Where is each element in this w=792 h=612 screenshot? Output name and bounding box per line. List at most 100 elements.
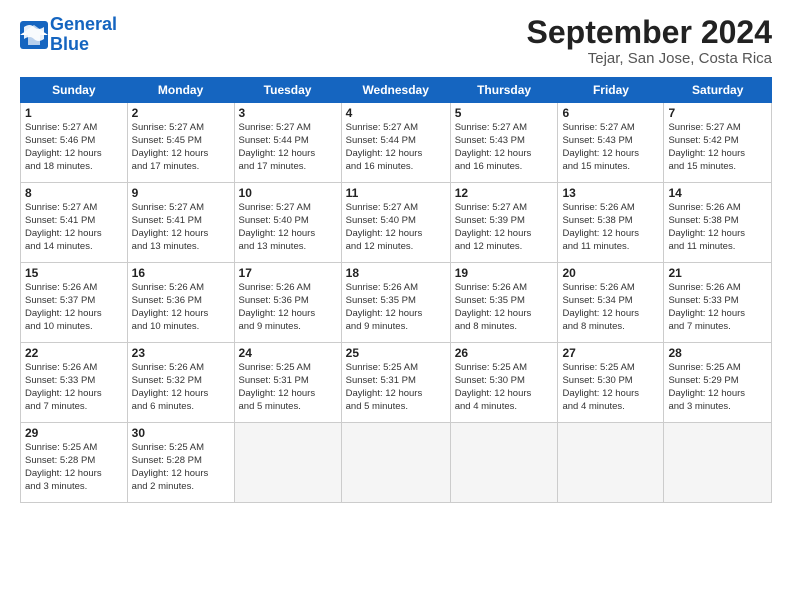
calendar-week-row: 22 Sunrise: 5:26 AM Sunset: 5:33 PM Dayli…: [21, 343, 772, 423]
day-number: 17: [239, 266, 337, 280]
day-info: Sunrise: 5:27 AM Sunset: 5:42 PM Dayligh…: [668, 122, 767, 173]
table-row: 6 Sunrise: 5:27 AM Sunset: 5:43 PM Daylig…: [558, 103, 664, 183]
table-row: 13 Sunrise: 5:26 AM Sunset: 5:38 PM Dayli…: [558, 183, 664, 263]
header-friday: Friday: [558, 78, 664, 103]
table-row: [664, 423, 772, 503]
day-info: Sunrise: 5:27 AM Sunset: 5:40 PM Dayligh…: [346, 202, 446, 253]
table-row: 28 Sunrise: 5:25 AM Sunset: 5:29 PM Dayli…: [664, 343, 772, 423]
header-thursday: Thursday: [450, 78, 558, 103]
day-number: 28: [668, 346, 767, 360]
table-row: 16Sunrise: 5:26 AM Sunset: 5:36 PM Dayli…: [127, 263, 234, 343]
day-info: Sunrise: 5:25 AM Sunset: 5:29 PM Dayligh…: [668, 362, 767, 413]
table-row: 15 Sunrise: 5:26 AM Sunset: 5:37 PM Dayli…: [21, 263, 128, 343]
header-wednesday: Wednesday: [341, 78, 450, 103]
header-monday: Monday: [127, 78, 234, 103]
day-number: 5: [455, 106, 554, 120]
day-number: 26: [455, 346, 554, 360]
title-block: September 2024 Tejar, San Jose, Costa Ri…: [527, 15, 772, 67]
header: General Blue September 2024 Tejar, San J…: [20, 15, 772, 67]
day-number: 14: [668, 186, 767, 200]
day-number: 30: [132, 426, 230, 440]
day-number: 3: [239, 106, 337, 120]
table-row: 25 Sunrise: 5:25 AM Sunset: 5:31 PM Dayli…: [341, 343, 450, 423]
day-info: Sunrise: 5:27 AM Sunset: 5:46 PM Dayligh…: [25, 122, 123, 173]
logo-icon: [20, 21, 48, 49]
day-number: 18: [346, 266, 446, 280]
table-row: 7 Sunrise: 5:27 AM Sunset: 5:42 PM Daylig…: [664, 103, 772, 183]
table-row: 10 Sunrise: 5:27 AM Sunset: 5:40 PM Dayli…: [234, 183, 341, 263]
day-number: 10: [239, 186, 337, 200]
page: General Blue September 2024 Tejar, San J…: [0, 0, 792, 612]
table-row: 26Sunrise: 5:25 AM Sunset: 5:30 PM Dayli…: [450, 343, 558, 423]
day-number: 25: [346, 346, 446, 360]
day-info: Sunrise: 5:26 AM Sunset: 5:36 PM Dayligh…: [239, 282, 337, 333]
table-row: 3 Sunrise: 5:27 AM Sunset: 5:44 PM Daylig…: [234, 103, 341, 183]
day-info: Sunrise: 5:25 AM Sunset: 5:31 PM Dayligh…: [346, 362, 446, 413]
table-row: 30Sunrise: 5:25 AM Sunset: 5:28 PM Dayli…: [127, 423, 234, 503]
day-number: 2: [132, 106, 230, 120]
calendar-week-row: 8 Sunrise: 5:27 AM Sunset: 5:41 PM Daylig…: [21, 183, 772, 263]
table-row: 23 Sunrise: 5:26 AM Sunset: 5:32 PM Dayli…: [127, 343, 234, 423]
table-row: 29 Sunrise: 5:25 AM Sunset: 5:28 PM Dayli…: [21, 423, 128, 503]
table-row: 19Sunrise: 5:26 AM Sunset: 5:35 PM Dayli…: [450, 263, 558, 343]
day-number: 29: [25, 426, 123, 440]
day-info: Sunrise: 5:27 AM Sunset: 5:41 PM Dayligh…: [132, 202, 230, 253]
day-number: 23: [132, 346, 230, 360]
day-number: 9: [132, 186, 230, 200]
table-row: 22 Sunrise: 5:26 AM Sunset: 5:33 PM Dayli…: [21, 343, 128, 423]
day-info: Sunrise: 5:26 AM Sunset: 5:35 PM Dayligh…: [346, 282, 446, 333]
table-row: 18 Sunrise: 5:26 AM Sunset: 5:35 PM Dayli…: [341, 263, 450, 343]
month-title: September 2024: [527, 15, 772, 50]
day-info: Sunrise: 5:27 AM Sunset: 5:44 PM Dayligh…: [239, 122, 337, 173]
table-row: 21Sunrise: 5:26 AM Sunset: 5:33 PM Dayli…: [664, 263, 772, 343]
day-number: 22: [25, 346, 123, 360]
day-info: Sunrise: 5:27 AM Sunset: 5:40 PM Dayligh…: [239, 202, 337, 253]
day-info: Sunrise: 5:27 AM Sunset: 5:44 PM Dayligh…: [346, 122, 446, 173]
table-row: [234, 423, 341, 503]
table-row: 27 Sunrise: 5:25 AM Sunset: 5:30 PM Dayli…: [558, 343, 664, 423]
day-number: 4: [346, 106, 446, 120]
day-number: 15: [25, 266, 123, 280]
logo: General Blue: [20, 15, 117, 55]
day-info: Sunrise: 5:26 AM Sunset: 5:32 PM Dayligh…: [132, 362, 230, 413]
day-number: 7: [668, 106, 767, 120]
day-info: Sunrise: 5:25 AM Sunset: 5:31 PM Dayligh…: [239, 362, 337, 413]
day-number: 11: [346, 186, 446, 200]
header-tuesday: Tuesday: [234, 78, 341, 103]
calendar-table: Sunday Monday Tuesday Wednesday Thursday…: [20, 77, 772, 503]
day-number: 6: [562, 106, 659, 120]
day-info: Sunrise: 5:27 AM Sunset: 5:41 PM Dayligh…: [25, 202, 123, 253]
table-row: [558, 423, 664, 503]
table-row: 17 Sunrise: 5:26 AM Sunset: 5:36 PM Dayli…: [234, 263, 341, 343]
table-row: 12 Sunrise: 5:27 AM Sunset: 5:39 PM Dayli…: [450, 183, 558, 263]
day-info: Sunrise: 5:26 AM Sunset: 5:33 PM Dayligh…: [25, 362, 123, 413]
table-row: 8 Sunrise: 5:27 AM Sunset: 5:41 PM Daylig…: [21, 183, 128, 263]
day-number: 12: [455, 186, 554, 200]
table-row: 5 Sunrise: 5:27 AM Sunset: 5:43 PM Daylig…: [450, 103, 558, 183]
day-number: 13: [562, 186, 659, 200]
day-info: Sunrise: 5:27 AM Sunset: 5:43 PM Dayligh…: [455, 122, 554, 173]
day-info: Sunrise: 5:26 AM Sunset: 5:37 PM Dayligh…: [25, 282, 123, 333]
subtitle: Tejar, San Jose, Costa Rica: [527, 50, 772, 67]
day-info: Sunrise: 5:26 AM Sunset: 5:36 PM Dayligh…: [132, 282, 230, 333]
table-row: [450, 423, 558, 503]
table-row: 20Sunrise: 5:26 AM Sunset: 5:34 PM Dayli…: [558, 263, 664, 343]
table-row: 14Sunrise: 5:26 AM Sunset: 5:38 PM Dayli…: [664, 183, 772, 263]
table-row: 24 Sunrise: 5:25 AM Sunset: 5:31 PM Dayli…: [234, 343, 341, 423]
day-info: Sunrise: 5:27 AM Sunset: 5:45 PM Dayligh…: [132, 122, 230, 173]
weekday-header-row: Sunday Monday Tuesday Wednesday Thursday…: [21, 78, 772, 103]
header-saturday: Saturday: [664, 78, 772, 103]
day-info: Sunrise: 5:26 AM Sunset: 5:33 PM Dayligh…: [668, 282, 767, 333]
table-row: 1Sunrise: 5:27 AM Sunset: 5:46 PM Daylig…: [21, 103, 128, 183]
day-number: 8: [25, 186, 123, 200]
calendar-week-row: 1Sunrise: 5:27 AM Sunset: 5:46 PM Daylig…: [21, 103, 772, 183]
day-info: Sunrise: 5:25 AM Sunset: 5:30 PM Dayligh…: [562, 362, 659, 413]
day-number: 24: [239, 346, 337, 360]
day-number: 20: [562, 266, 659, 280]
day-number: 27: [562, 346, 659, 360]
day-info: Sunrise: 5:26 AM Sunset: 5:38 PM Dayligh…: [562, 202, 659, 253]
day-info: Sunrise: 5:27 AM Sunset: 5:43 PM Dayligh…: [562, 122, 659, 173]
day-info: Sunrise: 5:27 AM Sunset: 5:39 PM Dayligh…: [455, 202, 554, 253]
day-info: Sunrise: 5:25 AM Sunset: 5:28 PM Dayligh…: [25, 442, 123, 493]
calendar-week-row: 29 Sunrise: 5:25 AM Sunset: 5:28 PM Dayli…: [21, 423, 772, 503]
